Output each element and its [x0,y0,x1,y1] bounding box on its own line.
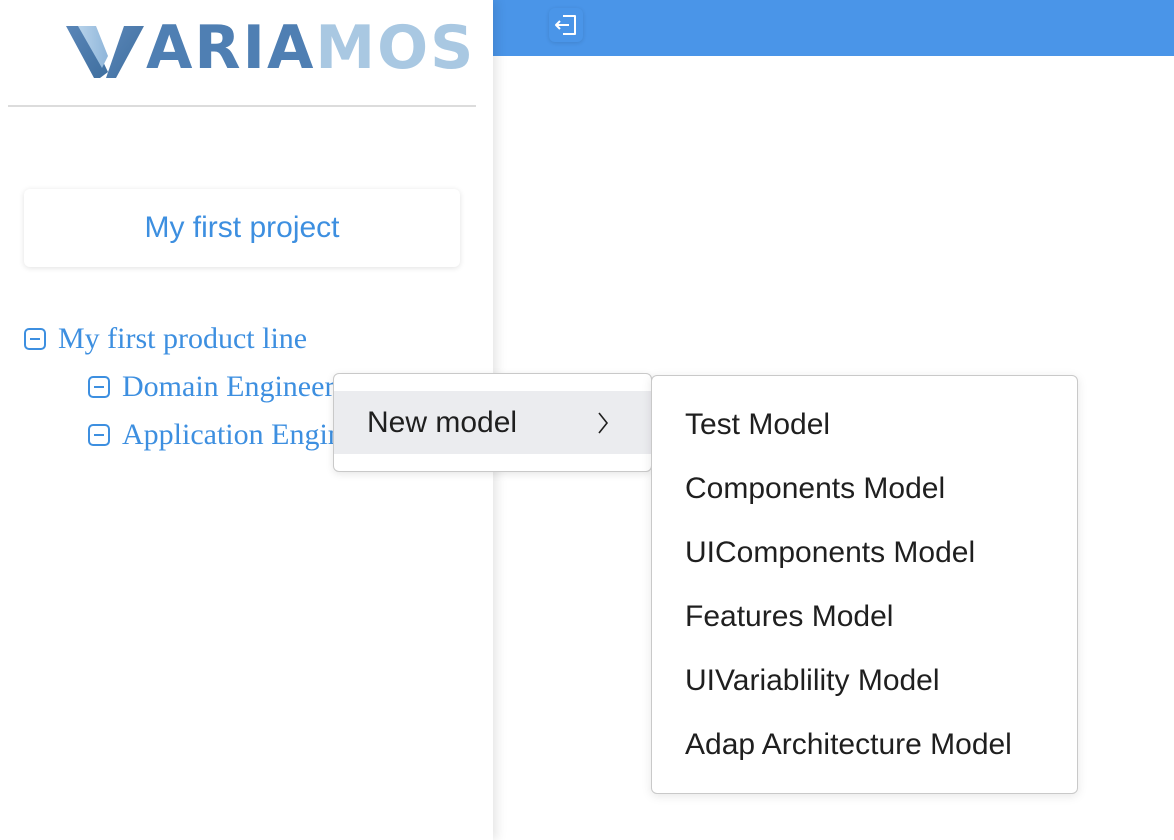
menu-item-new-model[interactable]: New model [334,391,651,454]
context-menu: New model [333,373,652,472]
submenu-item-components-model[interactable]: Components Model [652,460,1077,518]
submenu-item-label: UIVariablility Model [685,664,940,697]
submenu-item-uivariability-model[interactable]: UIVariablility Model [652,652,1077,710]
logo-area: ARIA MOS [8,0,476,107]
logo-text-dark: ARIA [146,13,316,83]
new-model-submenu: Test Model Components Model UIComponents… [651,375,1078,794]
submenu-item-adap-architecture-model[interactable]: Adap Architecture Model [652,716,1077,774]
exit-icon [555,15,576,35]
top-bar [493,0,1174,56]
tree-node-domain-engineering[interactable]: Domain Engineering [88,370,373,404]
submenu-item-label: Adap Architecture Model [685,728,1012,761]
logo-text-light: MOS [315,13,476,83]
variamos-logo: ARIA MOS [66,18,475,78]
project-title: My first project [144,211,340,244]
tree-node-product-line[interactable]: My first product line [24,322,307,356]
tree-node-label: My first product line [58,322,308,355]
project-card[interactable]: My first project [24,189,460,267]
minus-square-icon[interactable] [88,376,110,398]
submenu-item-label: Components Model [685,472,946,505]
submenu-item-label: Features Model [685,600,894,633]
menu-item-label: New model [367,405,518,439]
submenu-item-test-model[interactable]: Test Model [652,396,1077,454]
chevron-right-icon [598,412,609,434]
submenu-item-label: UIComponents Model [685,536,976,569]
submenu-item-label: Test Model [685,408,831,441]
minus-square-icon[interactable] [88,424,110,446]
submenu-item-features-model[interactable]: Features Model [652,588,1077,646]
minus-square-icon[interactable] [24,328,46,350]
logo-v-mark [66,26,144,78]
submenu-item-uicomponents-model[interactable]: UIComponents Model [652,524,1077,582]
exit-button[interactable] [549,8,583,42]
